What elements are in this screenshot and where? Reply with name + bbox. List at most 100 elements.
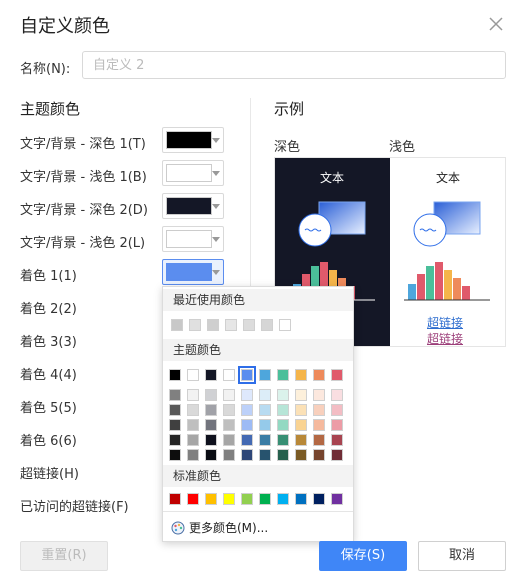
shade-color-cell[interactable]	[259, 404, 271, 416]
chevron-down-icon	[212, 237, 220, 242]
standard-color-cell[interactable]	[313, 493, 325, 505]
shade-color-cell[interactable]	[331, 434, 343, 446]
more-colors-label: 更多颜色(M)...	[189, 521, 269, 535]
shade-color-cell[interactable]	[295, 434, 307, 446]
color-dropdown[interactable]	[162, 160, 224, 186]
color-swatch	[166, 131, 212, 149]
cancel-button[interactable]: 取消	[418, 541, 506, 571]
shade-color-cell[interactable]	[295, 449, 307, 461]
shade-color-cell[interactable]	[187, 449, 199, 461]
standard-color-cell[interactable]	[259, 493, 271, 505]
shade-color-cell[interactable]	[277, 419, 289, 431]
standard-color-cell[interactable]	[277, 493, 289, 505]
shade-color-cell[interactable]	[295, 419, 307, 431]
recent-color-cell[interactable]	[225, 319, 237, 331]
shade-color-cell[interactable]	[277, 404, 289, 416]
standard-color-cell[interactable]	[295, 493, 307, 505]
row-label: 着色 5(5)	[20, 401, 77, 416]
shade-color-cell[interactable]	[169, 389, 181, 401]
theme-color-cell[interactable]	[187, 369, 199, 381]
shade-color-cell[interactable]	[169, 404, 181, 416]
recent-color-cell[interactable]	[261, 319, 273, 331]
shade-color-cell[interactable]	[331, 389, 343, 401]
recent-color-cell[interactable]	[207, 319, 219, 331]
shade-color-cell[interactable]	[187, 419, 199, 431]
shade-color-cell[interactable]	[223, 404, 235, 416]
shade-color-cell[interactable]	[259, 449, 271, 461]
shade-color-cell[interactable]	[313, 419, 325, 431]
shade-color-cell[interactable]	[277, 389, 289, 401]
shade-color-cell[interactable]	[241, 404, 253, 416]
shade-color-cell[interactable]	[241, 389, 253, 401]
shade-color-cell[interactable]	[259, 434, 271, 446]
shade-color-cell[interactable]	[331, 449, 343, 461]
standard-color-cell[interactable]	[331, 493, 343, 505]
theme-colors-heading: 主题颜色	[20, 100, 81, 118]
shade-color-cell[interactable]	[277, 449, 289, 461]
row-label: 文字/背景 - 浅色 2(L)	[20, 236, 146, 251]
theme-color-cell[interactable]	[223, 369, 235, 381]
shade-color-cell[interactable]	[277, 434, 289, 446]
color-dropdown[interactable]	[162, 127, 224, 153]
shade-color-cell[interactable]	[187, 389, 199, 401]
color-dropdown[interactable]	[162, 259, 224, 285]
theme-color-cell[interactable]	[277, 369, 289, 381]
recent-color-cell[interactable]	[171, 319, 183, 331]
shade-color-cell[interactable]	[313, 404, 325, 416]
shade-color-cell[interactable]	[313, 389, 325, 401]
shade-color-cell[interactable]	[241, 449, 253, 461]
shade-color-cell[interactable]	[187, 404, 199, 416]
shade-color-cell[interactable]	[223, 389, 235, 401]
shade-color-cell[interactable]	[205, 404, 217, 416]
close-icon[interactable]	[486, 14, 506, 34]
shade-color-cell[interactable]	[205, 389, 217, 401]
shade-color-cell[interactable]	[169, 449, 181, 461]
more-colors-button[interactable]: 更多颜色(M)...	[171, 519, 268, 536]
shade-color-cell[interactable]	[205, 449, 217, 461]
standard-color-cell[interactable]	[241, 493, 253, 505]
recent-color-cell[interactable]	[189, 319, 201, 331]
color-dropdown[interactable]	[162, 226, 224, 252]
shade-color-cell[interactable]	[169, 419, 181, 431]
theme-color-cell[interactable]	[169, 369, 181, 381]
standard-color-cell[interactable]	[169, 493, 181, 505]
shade-color-cell[interactable]	[313, 449, 325, 461]
recent-color-cell[interactable]	[243, 319, 255, 331]
shade-color-cell[interactable]	[223, 449, 235, 461]
theme-color-cell[interactable]	[295, 369, 307, 381]
shade-color-cell[interactable]	[313, 434, 325, 446]
shade-color-cell[interactable]	[187, 434, 199, 446]
name-field[interactable]	[82, 51, 506, 79]
shade-color-cell[interactable]	[295, 389, 307, 401]
shade-color-cell[interactable]	[331, 419, 343, 431]
shade-color-cell[interactable]	[205, 434, 217, 446]
color-dropdown[interactable]	[162, 193, 224, 219]
chevron-down-icon	[212, 204, 220, 209]
theme-color-cell[interactable]	[313, 369, 325, 381]
preview-visited-link: 超链接	[427, 332, 464, 346]
theme-color-cell[interactable]	[331, 369, 343, 381]
save-button[interactable]: 保存(S)	[319, 541, 407, 571]
row-label: 着色 3(3)	[20, 335, 77, 350]
preview-light-label: 浅色	[389, 140, 416, 155]
shade-color-cell[interactable]	[205, 419, 217, 431]
theme-color-cell[interactable]	[259, 369, 271, 381]
reset-button[interactable]: 重置(R)	[20, 541, 108, 571]
row-label: 文字/背景 - 浅色 1(B)	[20, 170, 147, 185]
theme-color-cell[interactable]	[205, 369, 217, 381]
shade-color-cell[interactable]	[259, 419, 271, 431]
standard-color-cell[interactable]	[223, 493, 235, 505]
shade-color-cell[interactable]	[331, 404, 343, 416]
theme-color-cell[interactable]	[238, 366, 256, 384]
shade-color-cell[interactable]	[295, 404, 307, 416]
recent-color-cell[interactable]	[279, 319, 291, 331]
shade-color-cell[interactable]	[223, 434, 235, 446]
shade-color-cell[interactable]	[169, 434, 181, 446]
shade-color-cell[interactable]	[241, 419, 253, 431]
standard-color-cell[interactable]	[187, 493, 199, 505]
standard-color-cell[interactable]	[205, 493, 217, 505]
shade-color-cell[interactable]	[223, 419, 235, 431]
shade-color-cell[interactable]	[241, 434, 253, 446]
preview-dark-text: 文本	[320, 171, 345, 185]
shade-color-cell[interactable]	[259, 389, 271, 401]
